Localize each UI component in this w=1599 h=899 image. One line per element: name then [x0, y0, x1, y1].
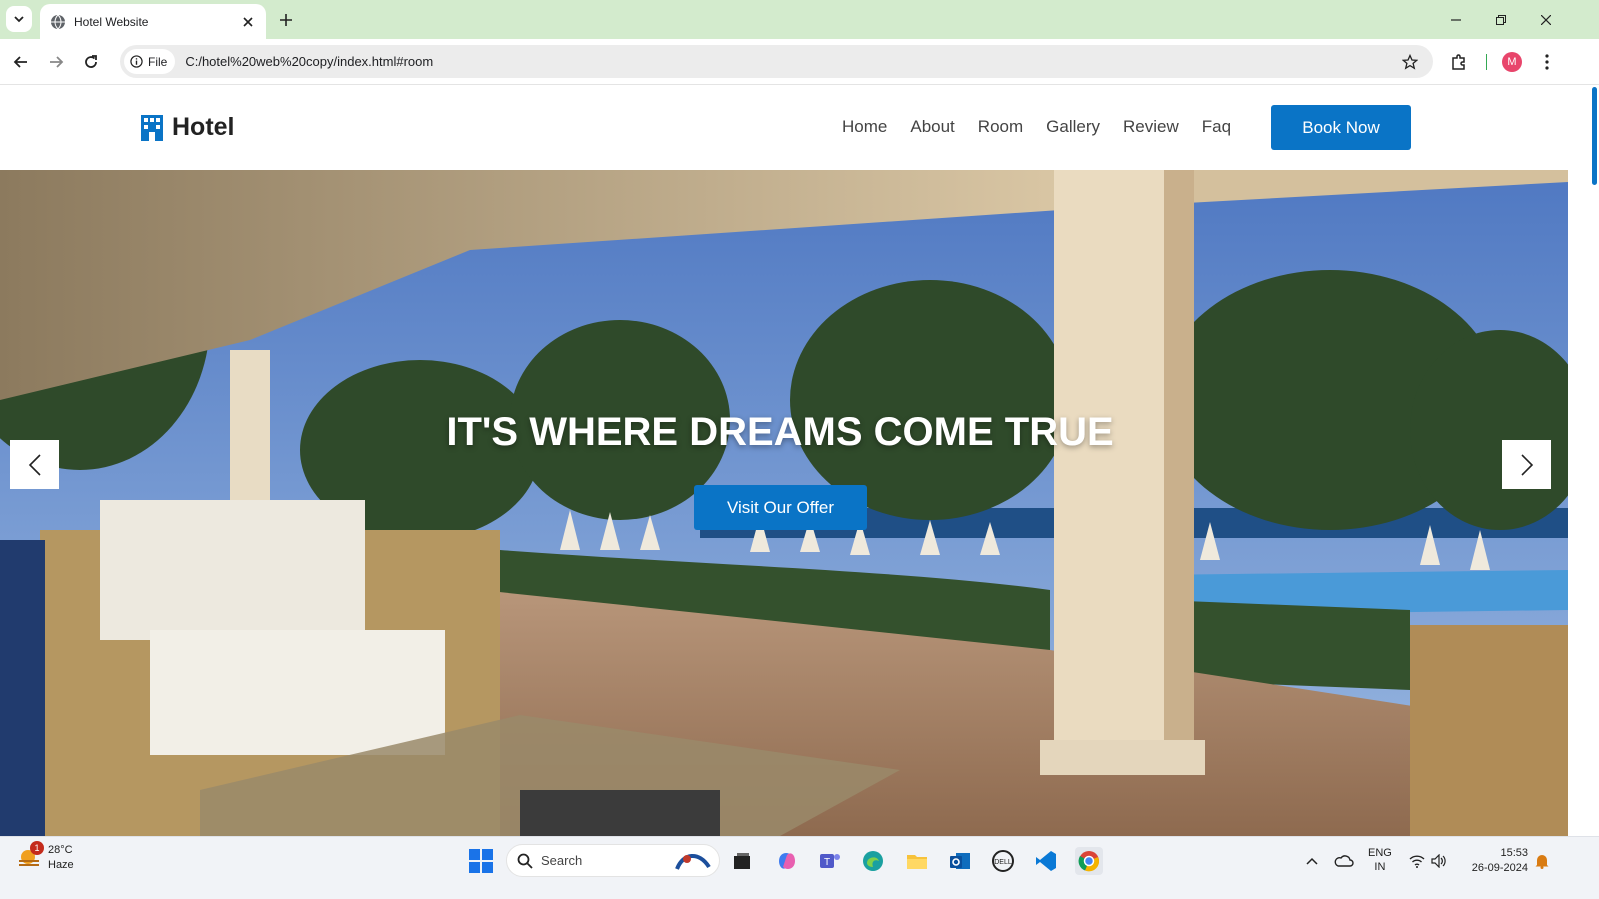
slider-prev-button[interactable] — [10, 440, 59, 489]
restore-button[interactable] — [1491, 10, 1511, 30]
clock-time: 15:53 — [1500, 847, 1528, 859]
forward-button[interactable] — [45, 51, 67, 73]
new-tab-button[interactable] — [276, 10, 296, 30]
nav-room[interactable]: Room — [978, 117, 1023, 137]
close-icon — [1541, 15, 1551, 25]
globe-icon — [51, 14, 65, 29]
close-window-button[interactable] — [1536, 10, 1556, 30]
minimize-button[interactable] — [1446, 10, 1466, 30]
tab-close-icon[interactable] — [240, 14, 256, 30]
site-logo[interactable]: Hotel — [140, 113, 235, 142]
hero-slider: IT'S WHERE DREAMS COME TRUE Visit Our Of… — [0, 170, 1568, 836]
browser-menu-button[interactable] — [1536, 51, 1558, 73]
minimize-icon — [1451, 19, 1461, 21]
site-info-chip[interactable]: File — [124, 49, 176, 74]
info-icon — [130, 55, 143, 68]
profile-avatar[interactable]: M — [1502, 52, 1522, 72]
wifi-icon[interactable] — [1408, 847, 1426, 875]
tray-overflow-icon[interactable] — [1302, 847, 1322, 875]
url-text[interactable]: C:/hotel%20web%20copy/index.html#room — [185, 54, 1399, 69]
hotel-building-icon — [141, 114, 163, 141]
copilot-icon[interactable] — [773, 847, 801, 875]
restore-icon — [1496, 15, 1506, 25]
browser-tab-active[interactable]: Hotel Website — [40, 4, 266, 39]
extensions-button[interactable] — [1448, 51, 1470, 73]
scrollbar-thumb[interactable] — [1592, 87, 1597, 185]
vscode-icon[interactable] — [1032, 847, 1060, 875]
search-icon — [517, 853, 533, 869]
site-info-label: File — [148, 54, 168, 69]
reload-icon — [85, 55, 97, 68]
weather-badge: 1 — [30, 841, 44, 855]
svg-text:T: T — [824, 857, 830, 868]
windows-taskbar: 1 28°C Haze Search T DELL ENG IN 15:53 2… — [0, 836, 1599, 899]
weather-widget[interactable]: 1 28°C Haze — [16, 841, 74, 873]
taskbar-search[interactable]: Search — [506, 844, 720, 877]
slider-next-button[interactable] — [1502, 440, 1551, 489]
browser-toolbar: File C:/hotel%20web%20copy/index.html#ro… — [0, 39, 1599, 85]
task-view-icon[interactable] — [728, 847, 756, 875]
nav-faq[interactable]: Faq — [1202, 117, 1231, 137]
taskbar-search-label: Search — [541, 853, 583, 868]
search-highlight-icon — [675, 853, 711, 870]
reload-button[interactable] — [80, 51, 102, 73]
language-indicator[interactable]: ENG IN — [1368, 846, 1392, 874]
page-scrollbar[interactable] — [1568, 85, 1599, 836]
bookmark-star-icon[interactable] — [1399, 51, 1421, 73]
plus-icon — [280, 14, 292, 26]
language-code: ENG — [1368, 847, 1392, 859]
tab-title: Hotel Website — [74, 14, 149, 29]
region-code: IN — [1374, 861, 1386, 873]
back-button[interactable] — [10, 51, 32, 73]
weather-desc: Haze — [48, 859, 74, 871]
windows-start-icon[interactable] — [469, 849, 493, 873]
book-now-button[interactable]: Book Now — [1271, 105, 1411, 150]
file-explorer-icon[interactable] — [903, 847, 931, 875]
chevron-down-icon — [14, 16, 24, 23]
clock-date: 26-09-2024 — [1471, 862, 1528, 874]
kebab-menu-icon — [1545, 54, 1549, 70]
browser-tabstrip: Hotel Website — [0, 0, 1599, 39]
nav-about[interactable]: About — [910, 117, 954, 137]
nav-review[interactable]: Review — [1123, 117, 1179, 137]
weather-haze-icon: 1 — [16, 841, 44, 871]
volume-icon[interactable] — [1430, 847, 1448, 875]
address-bar[interactable]: File C:/hotel%20web%20copy/index.html#ro… — [120, 45, 1433, 78]
tab-search-button[interactable] — [6, 6, 32, 32]
onedrive-icon[interactable] — [1333, 847, 1355, 875]
site-logo-text: Hotel — [172, 113, 235, 141]
chevron-left-icon — [28, 453, 41, 476]
site-header: Hotel Home About Room Gallery Review Faq… — [0, 85, 1568, 170]
arrow-left-icon — [13, 56, 27, 68]
toolbar-divider — [1486, 54, 1487, 70]
visit-offer-button[interactable]: Visit Our Offer — [694, 485, 867, 530]
arrow-right-icon — [50, 56, 64, 68]
chevron-right-icon — [1520, 453, 1533, 476]
weather-temp: 28°C — [48, 844, 73, 856]
svg-text:DELL: DELL — [994, 859, 1012, 866]
page-viewport: Hotel Home About Room Gallery Review Faq… — [0, 85, 1568, 836]
outlook-icon[interactable] — [946, 847, 974, 875]
teams-icon[interactable]: T — [816, 847, 844, 875]
dell-icon[interactable]: DELL — [989, 847, 1017, 875]
main-nav: Home About Room Gallery Review Faq — [830, 117, 1254, 137]
puzzle-icon — [1452, 54, 1465, 70]
nav-home[interactable]: Home — [842, 117, 887, 137]
chrome-icon[interactable] — [1075, 847, 1103, 875]
edge-icon[interactable] — [859, 847, 887, 875]
nav-gallery[interactable]: Gallery — [1046, 117, 1100, 137]
system-clock[interactable]: 15:53 26-09-2024 — [1462, 846, 1528, 876]
notification-bell-icon[interactable] — [1533, 847, 1551, 875]
hero-title: IT'S WHERE DREAMS COME TRUE — [446, 410, 1114, 454]
